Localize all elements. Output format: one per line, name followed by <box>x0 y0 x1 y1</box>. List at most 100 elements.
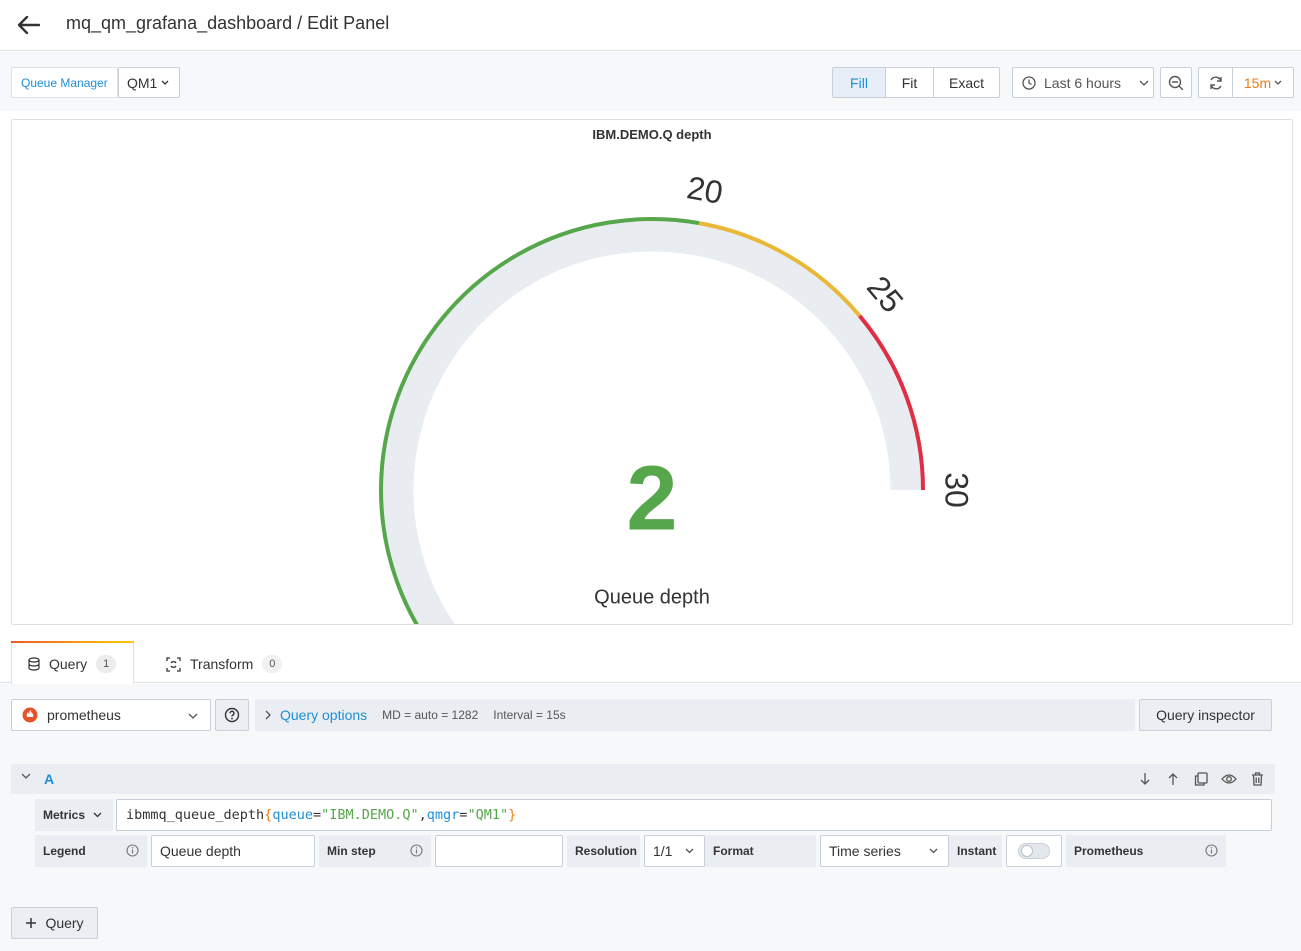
query-editor: prometheus Query options MD = auto = 128… <box>0 684 1301 951</box>
gauge-tick-label-20: 20 <box>684 169 725 211</box>
time-range-picker[interactable]: Last 6 hours <box>1012 67 1154 98</box>
move-down-icon[interactable] <box>1137 771 1153 787</box>
info-icon[interactable] <box>126 844 139 857</box>
prometheus-field-label: Prometheus <box>1066 835 1226 867</box>
info-icon[interactable] <box>410 844 423 857</box>
back-arrow-icon[interactable] <box>14 10 44 40</box>
query-letter[interactable]: A <box>44 771 54 787</box>
active-tab-indicator <box>11 641 134 643</box>
chevron-down-icon <box>161 80 169 85</box>
query-label-key: qmgr <box>426 807 460 823</box>
legend-field-label: Legend <box>35 835 147 867</box>
datasource-help-button[interactable] <box>215 699 249 731</box>
help-circle-icon <box>224 707 240 723</box>
page-title: mq_qm_grafana_dashboard / Edit Panel <box>66 13 390 33</box>
chevron-down-icon <box>188 713 198 719</box>
query-options-md: MD = auto = 1282 <box>382 708 479 722</box>
instant-toggle[interactable] <box>1006 835 1062 867</box>
time-range-label: Last 6 hours <box>1044 74 1122 91</box>
promql-query-input[interactable]: ibmmq_queue_depth{queue = "IBM.DEMO.Q", qmg… <box>116 799 1272 831</box>
min-step-input[interactable] <box>435 835 563 867</box>
page-header: mq_qm_grafana_dashboard / Edit Panel <box>0 0 1301 51</box>
format-value: Time series <box>829 843 901 859</box>
metrics-label: Metrics <box>43 808 86 822</box>
datasource-select[interactable]: prometheus <box>11 699 211 731</box>
query-row-header: A <box>11 764 1275 794</box>
query-row-actions <box>1137 771 1265 787</box>
refresh-interval-select[interactable]: 15m <box>1233 68 1293 97</box>
metrics-select[interactable]: Metrics <box>35 799 113 831</box>
query-close-brace: } <box>508 807 517 823</box>
trash-icon[interactable] <box>1249 771 1265 787</box>
move-up-icon[interactable] <box>1165 771 1181 787</box>
info-icon[interactable] <box>1205 844 1218 857</box>
min-step-field-label: Min step <box>319 835 431 867</box>
duplicate-icon[interactable] <box>1193 771 1209 787</box>
view-mode-fit-button[interactable]: Fit <box>885 68 933 97</box>
gauge-track <box>382 220 922 624</box>
refresh-picker: 15m <box>1198 67 1294 98</box>
query-label-value: "IBM.DEMO.Q" <box>321 807 419 823</box>
database-icon <box>28 657 40 671</box>
instant-toggle-knob <box>1021 845 1033 857</box>
format-label: Format <box>705 835 816 867</box>
query-inspector-button[interactable]: Query inspector <box>1139 699 1272 731</box>
query-label-value: "QM1" <box>467 807 509 823</box>
variable-select[interactable]: QM1 <box>118 67 180 98</box>
query-open-brace: { <box>264 807 273 823</box>
datasource-label: prometheus <box>47 707 121 723</box>
min-step-label: Min step <box>327 844 376 858</box>
view-mode-exact-button[interactable]: Exact <box>933 68 999 97</box>
query-equals: = <box>312 807 322 823</box>
refresh-button[interactable] <box>1199 68 1233 97</box>
dashboard-toolbar: Queue Manager QM1 Fill Fit Exact Last 6 … <box>0 52 1301 111</box>
legend-input[interactable]: Queue depth <box>151 835 315 867</box>
view-mode-group: Fill Fit Exact <box>832 67 1000 98</box>
tab-query-label: Query <box>49 656 88 672</box>
format-select[interactable]: Time series <box>820 835 949 867</box>
chevron-down-icon <box>929 848 938 854</box>
resolution-label: Resolution <box>567 835 640 867</box>
gauge-chart: 0 20 25 30 2 Queue depth <box>379 169 975 624</box>
zoom-out-button[interactable] <box>1160 67 1192 98</box>
legend-label: Legend <box>43 844 86 858</box>
query-options-interval: Interval = 15s <box>493 708 566 722</box>
variable-label: Queue Manager <box>11 67 118 98</box>
chevron-down-icon <box>685 848 694 854</box>
instant-label: Instant <box>949 835 1002 867</box>
tab-transform-label: Transform <box>190 656 254 672</box>
zoom-out-icon <box>1168 75 1184 90</box>
gauge-tick-label-25: 25 <box>860 269 910 319</box>
add-query-label: Query <box>45 915 84 931</box>
gauge-label: Queue depth <box>594 586 710 608</box>
eye-icon[interactable] <box>1221 771 1237 787</box>
chevron-down-icon <box>1139 80 1149 86</box>
instant-toggle-track <box>1018 843 1050 859</box>
transform-icon <box>166 656 181 672</box>
query-options-label: Query options <box>280 707 368 723</box>
add-query-button[interactable]: Query <box>11 907 98 939</box>
query-options-toggle[interactable]: Query options MD = auto = 1282 Interval … <box>255 699 1135 731</box>
query-equals: = <box>459 807 468 823</box>
chevron-down-icon <box>1274 80 1282 85</box>
gauge-threshold-green <box>379 217 700 624</box>
chevron-down-icon <box>93 812 102 818</box>
prometheus-icon <box>22 707 38 723</box>
resolution-value: 1/1 <box>653 843 673 859</box>
gauge-panel: IBM.DEMO.Q depth 0 20 25 30 2 Queue dept… <box>11 119 1293 625</box>
view-mode-fill-button[interactable]: Fill <box>833 68 885 97</box>
query-label-key: queue <box>272 807 313 823</box>
gauge-tick-label-30: 30 <box>939 472 975 508</box>
prometheus-label: Prometheus <box>1074 844 1144 858</box>
query-metric-name: ibmmq_queue_depth <box>126 807 265 823</box>
tab-query[interactable]: Query 1 <box>11 641 134 684</box>
tab-transform[interactable]: Transform 0 <box>166 655 283 673</box>
query-comma: , <box>418 807 427 823</box>
plus-icon <box>26 918 37 928</box>
resolution-select[interactable]: 1/1 <box>644 835 705 867</box>
gauge-value: 2 <box>626 447 677 549</box>
tab-transform-count: 0 <box>262 655 283 673</box>
tab-query-count: 1 <box>96 655 117 673</box>
clock-icon <box>1022 75 1036 90</box>
collapse-chevron-icon[interactable] <box>21 772 31 780</box>
